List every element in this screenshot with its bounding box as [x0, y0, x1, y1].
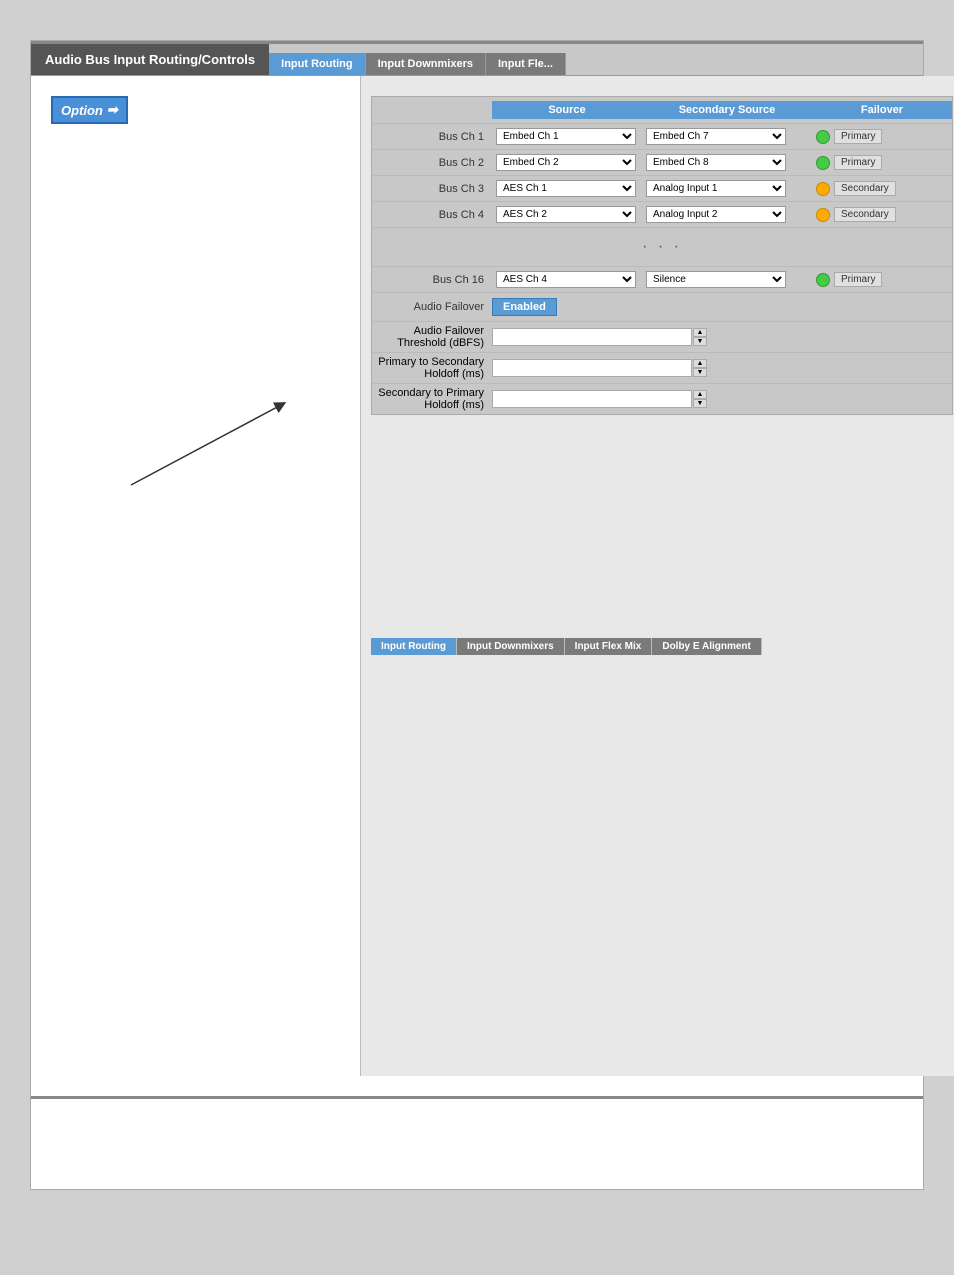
col-label-header — [372, 101, 492, 119]
primary-holdoff-input[interactable]: 5000 — [492, 359, 692, 377]
bus-ch1-label: Bus Ch 1 — [372, 131, 492, 143]
table-row: Bus Ch 1 Embed Ch 1 Embed Ch 7 — [372, 123, 952, 149]
secondary-holdoff-input-cell: 0 ▲ ▼ — [492, 390, 812, 408]
threshold-row: Audio Failover Threshold (dBFS) -60.0 ▲ … — [372, 321, 952, 352]
routing-table: Source Secondary Source Failover Bus Ch … — [371, 96, 953, 415]
bus-ch2-secondary-cell: Embed Ch 8 — [642, 153, 812, 172]
bus-ch3-failover-label: Secondary — [834, 181, 896, 196]
threshold-up-button[interactable]: ▲ — [693, 328, 707, 337]
bus-ch16-secondary-cell: Silence — [642, 270, 812, 289]
threshold-input[interactable]: -60.0 — [492, 328, 692, 346]
bus-ch4-source-select[interactable]: AES Ch 2 — [496, 206, 636, 223]
primary-holdoff-row: Primary to Secondary Holdoff (ms) 5000 ▲… — [372, 352, 952, 383]
bus-ch16-failover-label: Primary — [834, 272, 882, 287]
primary-holdoff-down-button[interactable]: ▼ — [693, 368, 707, 377]
option-label: Option — [61, 103, 103, 118]
page-wrapper: Audio Bus Input Routing/Controls Input R… — [30, 40, 924, 1190]
header-panel: Audio Bus Input Routing/Controls Input R… — [31, 44, 923, 76]
bottom-tab-dolby-e-alignment[interactable]: Dolby E Alignment — [652, 638, 762, 655]
bottom-tab-input-flex-mix[interactable]: Input Flex Mix — [565, 638, 653, 655]
col-secondary-header: Secondary Source — [642, 101, 812, 119]
secondary-holdoff-down-button[interactable]: ▼ — [693, 399, 707, 408]
page-title: Audio Bus Input Routing/Controls — [45, 52, 255, 67]
bus-ch4-secondary-cell: Analog Input 2 — [642, 205, 812, 224]
bus-ch4-failover-cell: Secondary — [812, 207, 952, 222]
bus-ch1-source-cell: Embed Ch 1 — [492, 127, 642, 146]
bus-ch1-source-select[interactable]: Embed Ch 1 — [496, 128, 636, 145]
bus-ch1-failover-cell: Primary — [812, 129, 952, 144]
secondary-holdoff-row: Secondary to Primary Holdoff (ms) 0 ▲ ▼ — [372, 383, 952, 414]
tabs-section: Input Routing Input Downmixers Input Fle… — [269, 44, 566, 75]
bottom-tabs: Input Routing Input Downmixers Input Fle… — [371, 638, 953, 655]
bus-ch2-label: Bus Ch 2 — [372, 157, 492, 169]
table-row: Bus Ch 2 Embed Ch 2 Embed Ch 8 — [372, 149, 952, 175]
tab-input-downmixers[interactable]: Input Downmixers — [366, 53, 486, 75]
audio-failover-row: Audio Failover Enabled — [372, 292, 952, 321]
bus-ch16-source-select[interactable]: AES Ch 4 — [496, 271, 636, 288]
bus-ch1-secondary-select[interactable]: Embed Ch 7 — [646, 128, 786, 145]
bus-ch2-failover-cell: Primary — [812, 155, 952, 170]
col-failover-header: Failover — [812, 101, 952, 119]
secondary-holdoff-label: Secondary to Primary Holdoff (ms) — [372, 387, 492, 411]
col-source-header: Source — [492, 101, 642, 119]
content-area: Option ➡ Source Secondary Source Failove… — [31, 76, 923, 1076]
bus-ch2-status-dot — [816, 156, 830, 170]
table-row: Bus Ch 3 AES Ch 1 Analog Input 1 — [372, 175, 952, 201]
ellipsis-rows: · · · — [372, 227, 952, 266]
bus-ch2-source-cell: Embed Ch 2 — [492, 153, 642, 172]
table-row: Bus Ch 16 AES Ch 4 Silence — [372, 266, 952, 292]
bus-ch3-source-cell: AES Ch 1 — [492, 179, 642, 198]
threshold-label: Audio Failover Threshold (dBFS) — [372, 325, 492, 349]
bus-ch16-status-dot — [816, 273, 830, 287]
title-section: Audio Bus Input Routing/Controls — [31, 44, 269, 75]
secondary-holdoff-input[interactable]: 0 — [492, 390, 692, 408]
primary-holdoff-up-button[interactable]: ▲ — [693, 359, 707, 368]
bottom-tab-input-routing[interactable]: Input Routing — [371, 638, 457, 655]
primary-holdoff-input-cell: 5000 ▲ ▼ — [492, 359, 812, 377]
bus-ch16-source-cell: AES Ch 4 — [492, 270, 642, 289]
left-panel: Option ➡ — [31, 76, 361, 1076]
bus-ch2-secondary-select[interactable]: Embed Ch 8 — [646, 154, 786, 171]
bus-ch4-failover-label: Secondary — [834, 207, 896, 222]
audio-failover-enabled-button[interactable]: Enabled — [492, 298, 557, 316]
threshold-down-button[interactable]: ▼ — [693, 337, 707, 346]
bus-ch4-secondary-select[interactable]: Analog Input 2 — [646, 206, 786, 223]
bus-ch2-source-select[interactable]: Embed Ch 2 — [496, 154, 636, 171]
bus-ch16-failover-cell: Primary — [812, 272, 952, 287]
bus-ch1-failover-label: Primary — [834, 129, 882, 144]
bus-ch3-failover-cell: Secondary — [812, 181, 952, 196]
bus-ch3-status-dot — [816, 182, 830, 196]
threshold-input-cell: -60.0 ▲ ▼ — [492, 328, 812, 346]
bus-ch3-label: Bus Ch 3 — [372, 183, 492, 195]
bottom-border — [31, 1096, 923, 1099]
bus-ch1-secondary-cell: Embed Ch 7 — [642, 127, 812, 146]
bus-ch16-label: Bus Ch 16 — [372, 274, 492, 286]
bus-ch3-secondary-select[interactable]: Analog Input 1 — [646, 180, 786, 197]
bus-ch4-label: Bus Ch 4 — [372, 209, 492, 221]
tab-input-flex[interactable]: Input Fle... — [486, 53, 566, 75]
bus-ch4-source-cell: AES Ch 2 — [492, 205, 642, 224]
bus-ch2-failover-label: Primary — [834, 155, 882, 170]
secondary-holdoff-up-button[interactable]: ▲ — [693, 390, 707, 399]
bus-ch3-secondary-cell: Analog Input 1 — [642, 179, 812, 198]
audio-failover-label: Audio Failover — [372, 301, 492, 313]
routing-table-wrapper: Source Secondary Source Failover Bus Ch … — [371, 96, 953, 655]
bus-ch3-source-select[interactable]: AES Ch 1 — [496, 180, 636, 197]
option-button[interactable]: Option ➡ — [51, 96, 128, 124]
primary-holdoff-label: Primary to Secondary Holdoff (ms) — [372, 356, 492, 380]
right-panel: Source Secondary Source Failover Bus Ch … — [361, 76, 954, 1076]
option-arrow-icon: ➡ — [107, 102, 118, 118]
table-row: Bus Ch 4 AES Ch 2 Analog Input 2 — [372, 201, 952, 227]
bottom-tab-input-downmixers[interactable]: Input Downmixers — [457, 638, 565, 655]
bus-ch16-secondary-select[interactable]: Silence — [646, 271, 786, 288]
routing-table-header: Source Secondary Source Failover — [372, 97, 952, 123]
bus-ch1-status-dot — [816, 130, 830, 144]
tab-input-routing[interactable]: Input Routing — [269, 53, 365, 75]
audio-failover-btn-cell: Enabled — [492, 298, 642, 316]
bus-ch4-status-dot — [816, 208, 830, 222]
